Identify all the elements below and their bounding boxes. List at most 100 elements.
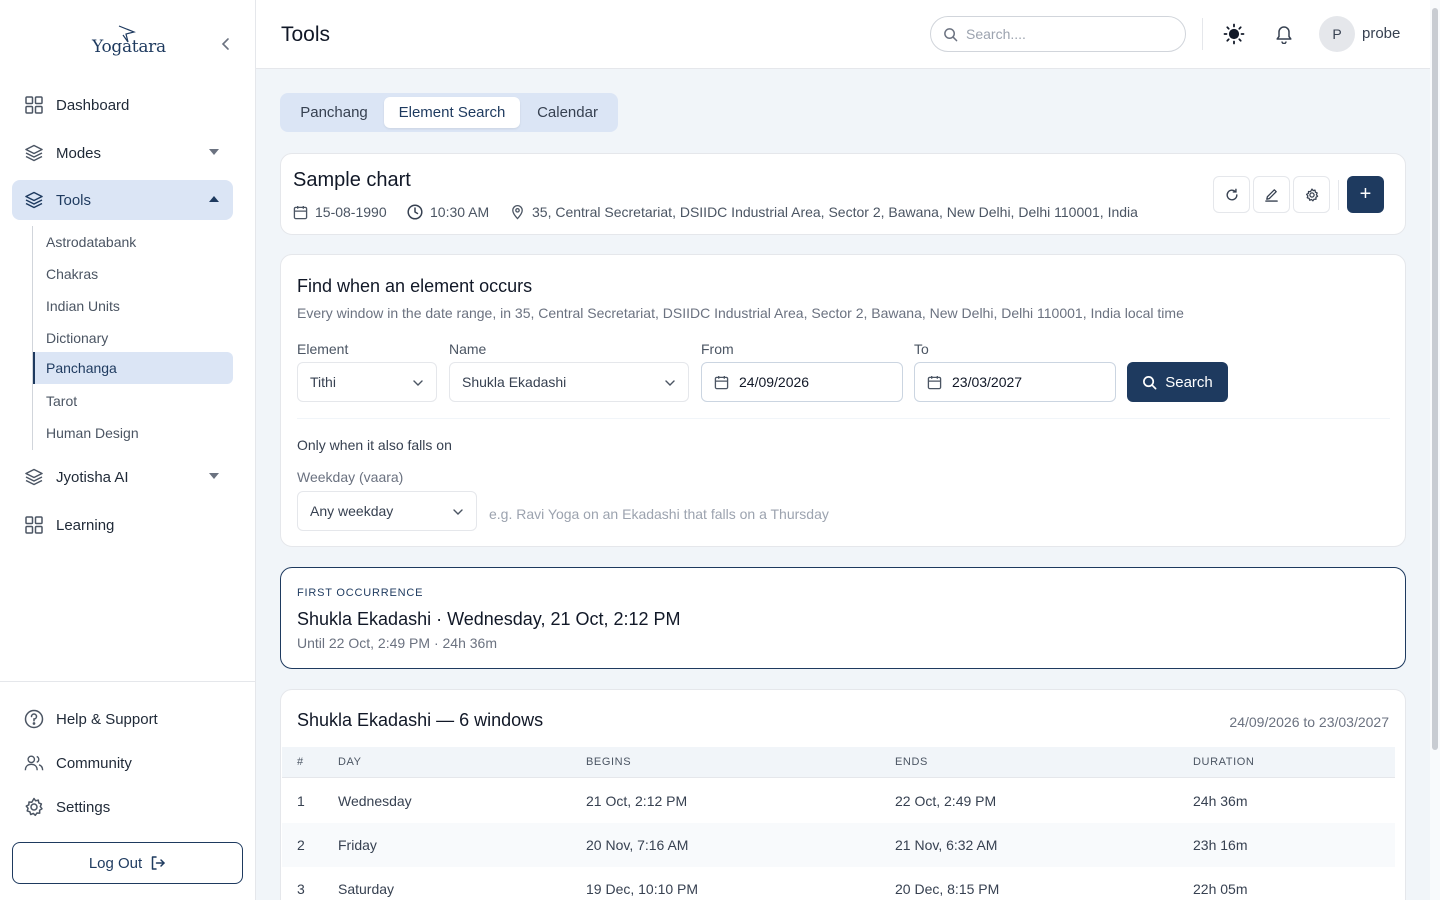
row-duration: 23h 16m: [1193, 837, 1248, 853]
submenu-item-human-design[interactable]: Human Design: [34, 417, 234, 449]
weekday-select[interactable]: Any weekday: [297, 491, 477, 531]
sidebar-divider: [0, 681, 255, 682]
row-number: 3: [297, 881, 305, 897]
row-begins: 20 Nov, 7:16 AM: [586, 837, 689, 853]
first-occurrence-label: FIRST OCCURRENCE: [297, 587, 424, 599]
edit-button[interactable]: [1253, 176, 1290, 213]
results-title: Shukla Ekadashi — 6 windows: [297, 710, 544, 730]
notifications-button[interactable]: [1272, 22, 1296, 46]
search-input[interactable]: [966, 26, 1166, 42]
weekday-hint: e.g. Ravi Yoga on an Ekadashi that falls…: [489, 506, 829, 522]
submenu-item-astrodatabank[interactable]: Astrodatabank: [34, 226, 234, 258]
submenu-item-tarot[interactable]: Tarot: [34, 385, 234, 417]
chart-date: 15-08-1990: [293, 204, 387, 220]
search-icon: [1143, 375, 1157, 389]
element-value: Tithi: [310, 374, 336, 390]
layers-icon: [24, 467, 44, 487]
table-header: # DAY BEGINS ENDS DURATION: [282, 747, 1395, 778]
avatar[interactable]: P: [1319, 16, 1355, 52]
column-header-ends: ENDS: [895, 756, 928, 768]
name-label: Name: [449, 341, 487, 357]
header-separator: [1202, 18, 1203, 50]
logout-icon: [151, 856, 165, 870]
finder-title: Find when an element occurs: [297, 276, 533, 296]
element-select[interactable]: Tithi: [297, 362, 437, 402]
row-ends: 21 Nov, 6:32 AM: [895, 837, 998, 853]
nav-label: Jyotisha AI: [56, 468, 129, 486]
nav-label: Tools: [56, 191, 92, 209]
chart-location: 35, Central Secretariat, DSIIDC Industri…: [510, 204, 1138, 220]
clock-icon: [407, 204, 423, 220]
nav-modes[interactable]: Modes: [12, 133, 233, 173]
nav-learning[interactable]: Learning: [12, 505, 233, 545]
column-header-duration: DURATION: [1193, 756, 1255, 768]
chart-time: 10:30 AM: [407, 204, 489, 220]
row-ends: 22 Oct, 2:49 PM: [895, 793, 997, 809]
nav-community[interactable]: Community: [12, 743, 233, 783]
logout-label: Log Out: [88, 854, 143, 872]
page-scrollbar[interactable]: [1430, 0, 1440, 900]
from-date-input[interactable]: 24/09/2026: [701, 362, 903, 402]
submenu-item-chakras[interactable]: Chakras: [34, 258, 234, 290]
chart-name: Sample chart: [293, 169, 411, 191]
logo[interactable]: Yogatara: [92, 24, 166, 66]
gear-icon: [1305, 187, 1318, 201]
chart-location-text: 35, Central Secretariat, DSIIDC Industri…: [532, 204, 1138, 220]
chart-card: Sample chart 15-08-1990 10:30 AM 35, Cen…: [280, 153, 1406, 235]
scrollbar-thumb[interactable]: [1432, 8, 1438, 750]
name-select[interactable]: Shukla Ekadashi: [449, 362, 689, 402]
collapse-sidebar-button[interactable]: [216, 34, 236, 54]
row-number: 1: [297, 793, 305, 809]
username[interactable]: probe: [1362, 25, 1400, 42]
chart-time-text: 10:30 AM: [430, 204, 490, 220]
table-row[interactable]: 1 Wednesday 21 Oct, 2:12 PM 22 Oct, 2:49…: [282, 779, 1395, 823]
name-value: Shukla Ekadashi: [462, 374, 567, 390]
nav-settings[interactable]: Settings: [12, 787, 233, 827]
nav-jyotisha-ai[interactable]: Jyotisha AI: [12, 457, 233, 497]
nav-help-support[interactable]: Help & Support: [12, 699, 233, 739]
row-day: Saturday: [338, 881, 395, 897]
global-search[interactable]: [930, 16, 1186, 52]
action-separator: [1338, 180, 1339, 210]
search-button-label: Search: [1165, 373, 1213, 391]
nav-label: Settings: [56, 798, 111, 816]
nav-dashboard[interactable]: Dashboard: [12, 85, 233, 125]
logout-button[interactable]: Log Out: [12, 842, 243, 884]
refresh-button[interactable]: [1213, 176, 1250, 213]
row-begins: 21 Oct, 2:12 PM: [586, 793, 688, 809]
submenu-item-indian-units[interactable]: Indian Units: [34, 290, 234, 322]
nav-label: Learning: [56, 516, 115, 534]
caret-down-icon: [209, 473, 219, 479]
first-occurrence-card: FIRST OCCURRENCE Shukla Ekadashi · Wedne…: [280, 567, 1406, 669]
also-falls-on-label: Only when it also falls on: [297, 437, 452, 453]
table-row[interactable]: 3 Saturday 19 Dec, 10:10 PM 20 Dec, 8:15…: [282, 867, 1395, 900]
nav-label: Help & Support: [56, 710, 158, 728]
column-header-day: DAY: [338, 756, 362, 768]
finder-divider: [297, 418, 1390, 419]
theme-toggle-button[interactable]: [1222, 22, 1246, 46]
column-header-number: #: [297, 756, 304, 768]
map-pin-icon: [512, 205, 523, 220]
tab-panchang[interactable]: Panchang: [284, 97, 384, 128]
to-label: To: [914, 341, 929, 357]
search-button[interactable]: Search: [1127, 362, 1228, 402]
to-date-input[interactable]: 23/03/2027: [914, 362, 1116, 402]
bell-icon: [1276, 26, 1292, 44]
chevron-down-icon: [665, 380, 675, 386]
table-row[interactable]: 2 Friday 20 Nov, 7:16 AM 21 Nov, 6:32 AM…: [282, 823, 1395, 867]
tab-calendar[interactable]: Calendar: [520, 97, 615, 128]
calendar-icon: [927, 375, 942, 389]
tool-tabs: Panchang Element Search Calendar: [280, 93, 618, 132]
nav-tools[interactable]: Tools: [12, 180, 233, 220]
tab-element-search[interactable]: Element Search: [384, 97, 520, 128]
row-begins: 19 Dec, 10:10 PM: [586, 881, 699, 897]
submenu-item-panchanga[interactable]: Panchanga: [33, 352, 233, 384]
submenu-item-dictionary[interactable]: Dictionary: [34, 322, 234, 354]
row-number: 2: [297, 837, 305, 853]
add-chart-button[interactable]: +: [1347, 176, 1384, 213]
calendar-icon: [714, 375, 729, 389]
settings-button[interactable]: [1293, 176, 1330, 213]
chevron-left-icon: [221, 38, 229, 50]
weekday-value: Any weekday: [310, 503, 394, 519]
row-ends: 20 Dec, 8:15 PM: [895, 881, 1000, 897]
